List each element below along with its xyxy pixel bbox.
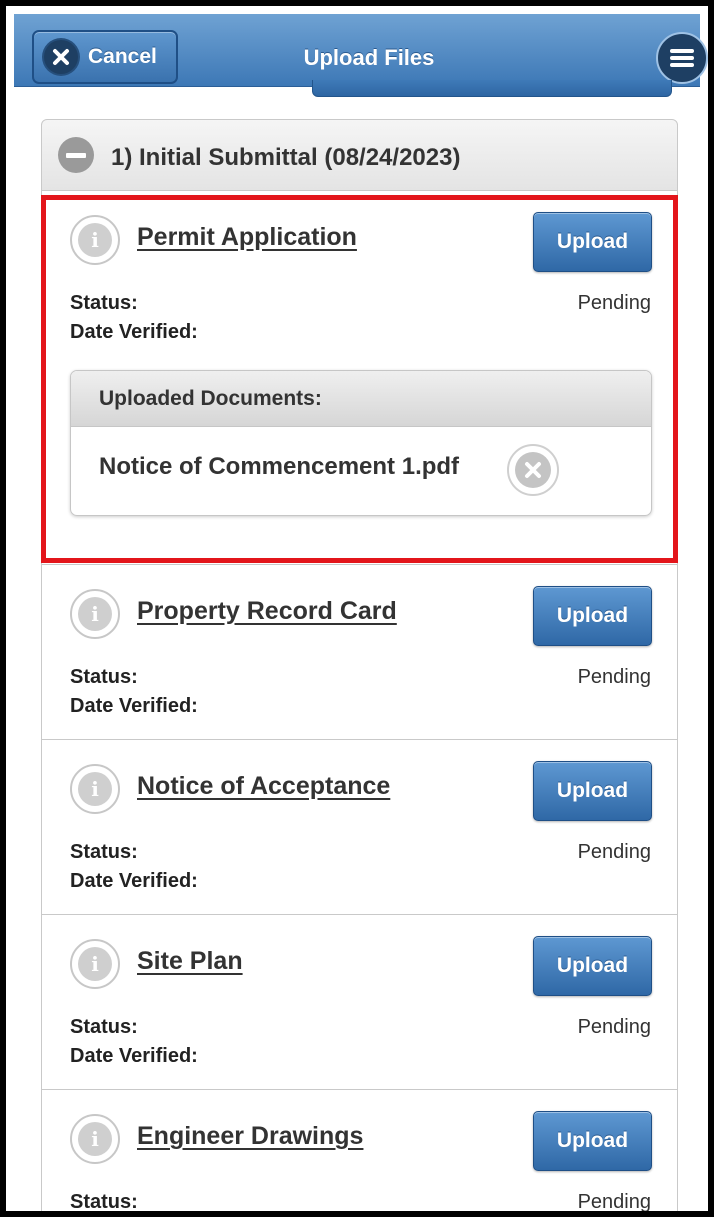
item-title-link[interactable]: Permit Application [137,223,357,252]
list-item: i Permit Application Upload Status: Pend… [41,191,678,565]
menu-button[interactable] [656,32,708,84]
upload-button[interactable]: Upload [533,936,652,996]
status-label: Status: [70,666,138,688]
status-label: Status: [70,1016,138,1038]
upload-button[interactable]: Upload [533,586,652,646]
status-label: Status: [70,292,138,314]
date-verified-label: Date Verified: [70,1045,198,1067]
status-value: Pending [577,1016,651,1038]
header-tab-strip [312,80,672,97]
upload-button[interactable]: Upload [533,212,652,272]
info-icon[interactable]: i [70,1114,120,1164]
uploaded-documents-panel: Uploaded Documents: Notice of Commenceme… [70,370,652,516]
cancel-button[interactable]: Cancel [32,30,178,84]
upload-button[interactable]: Upload [533,1111,652,1171]
section-title: 1) Initial Submittal (08/24/2023) [111,144,461,171]
date-verified-label: Date Verified: [70,695,198,717]
status-label: Status: [70,1191,138,1211]
page-title: Upload Files [303,45,435,70]
info-icon[interactable]: i [70,215,120,265]
upload-button[interactable]: Upload [533,761,652,821]
list-item: i Property Record Card Upload Status: Pe… [41,565,678,740]
item-title-link[interactable]: Notice of Acceptance [137,772,390,801]
list-item: i Site Plan Upload Status: Pending Date … [41,915,678,1090]
app-frame: Cancel Upload Files 1) Initial Submittal… [6,6,708,1211]
item-title-link[interactable]: Engineer Drawings [137,1122,363,1151]
status-value: Pending [577,841,651,863]
hamburger-icon [670,49,694,67]
remove-document-icon[interactable] [507,444,559,496]
info-icon[interactable]: i [70,589,120,639]
info-icon[interactable]: i [70,764,120,814]
date-verified-label: Date Verified: [70,870,198,892]
status-value: Pending [577,666,651,688]
date-verified-label: Date Verified: [70,321,198,343]
document-name: Notice of Commencement 1.pdf [99,453,460,480]
status-value: Pending [577,292,651,314]
info-icon[interactable]: i [70,939,120,989]
collapsible-header[interactable]: 1) Initial Submittal (08/24/2023) [41,119,678,191]
item-title-link[interactable]: Property Record Card [137,597,397,626]
close-icon [44,40,78,74]
list-item: i Notice of Acceptance Upload Status: Pe… [41,740,678,915]
item-title-link[interactable]: Site Plan [137,947,243,976]
header-bar: Cancel Upload Files [14,14,708,87]
status-value: Pending [577,1191,651,1211]
list-item: i Engineer Drawings Upload Status: Pendi… [41,1090,678,1211]
cancel-label: Cancel [88,45,157,68]
status-label: Status: [70,841,138,863]
uploaded-documents-header: Uploaded Documents: [71,371,651,427]
collapse-minus-icon [58,137,94,173]
